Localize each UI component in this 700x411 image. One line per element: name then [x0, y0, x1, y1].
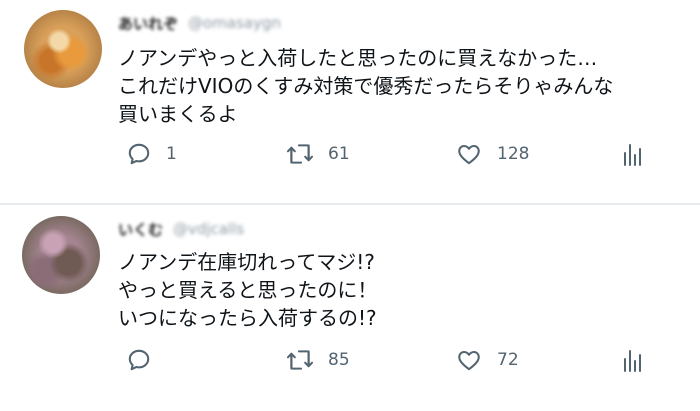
reply-count: 1: [166, 144, 177, 164]
reply-icon: [128, 349, 150, 371]
like-button[interactable]: 72: [455, 346, 519, 374]
tweet-actions: 1 61 128: [118, 140, 658, 168]
tweet-text: ノアンデ在庫切れってマジ!? やっと買えると思ったのに！ いつになったら入荷する…: [118, 250, 378, 330]
display-name[interactable]: いくむ: [118, 219, 163, 240]
user-handle[interactable]: @vdjcalls: [173, 220, 244, 238]
user-handle[interactable]: @omasaygn: [188, 14, 281, 32]
tweet-feed: あいれぞ @omasaygn ノアンデやっと入荷したと思ったのに買えなかった… …: [0, 0, 700, 411]
tweet[interactable]: あいれぞ @omasaygn ノアンデやっと入荷したと思ったのに買えなかった… …: [0, 0, 700, 205]
analytics-button[interactable]: [621, 346, 645, 374]
retweet-button[interactable]: 85: [286, 346, 350, 374]
author-row: あいれぞ @omasaygn: [118, 12, 281, 34]
reply-button[interactable]: 1: [126, 140, 177, 168]
heart-icon: [458, 144, 480, 165]
avatar[interactable]: [24, 10, 102, 88]
analytics-icon: [624, 350, 641, 372]
reply-button[interactable]: [126, 346, 166, 374]
heart-icon: [458, 350, 480, 371]
analytics-button[interactable]: [621, 140, 645, 168]
avatar[interactable]: [22, 216, 100, 294]
tweet-actions: 85 72: [118, 346, 658, 374]
like-button[interactable]: 128: [455, 140, 529, 168]
display-name[interactable]: あいれぞ: [118, 13, 178, 34]
like-count: 128: [497, 144, 530, 164]
retweet-button[interactable]: 61: [286, 140, 350, 168]
like-count: 72: [497, 350, 519, 370]
retweet-icon: [286, 144, 314, 164]
tweet[interactable]: いくむ @vdjcalls ノアンデ在庫切れってマジ!? やっと買えると思ったの…: [0, 206, 700, 411]
analytics-icon: [624, 144, 641, 166]
retweet-icon: [286, 350, 314, 370]
tweet-text: ノアンデやっと入荷したと思ったのに買えなかった… これだけVIOのくすみ対策で優…: [118, 46, 614, 126]
retweet-count: 61: [328, 144, 350, 164]
author-row: いくむ @vdjcalls: [118, 218, 244, 240]
reply-icon: [128, 143, 150, 165]
retweet-count: 85: [328, 350, 350, 370]
